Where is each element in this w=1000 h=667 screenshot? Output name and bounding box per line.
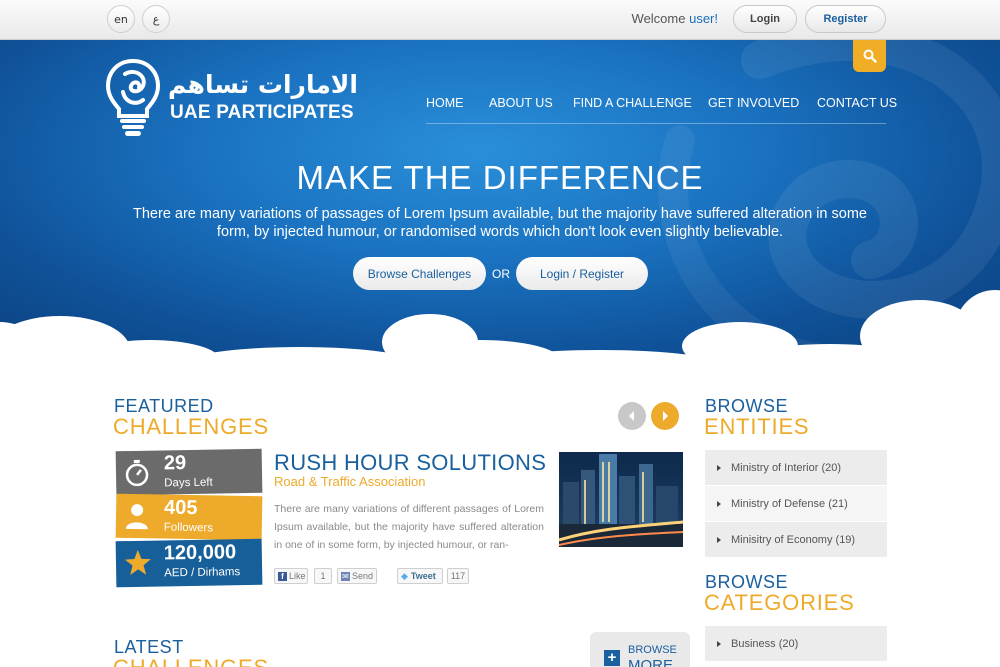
tweet-button[interactable]: ◆ Tweet <box>397 568 443 584</box>
facebook-like-label: Like <box>289 571 306 581</box>
browse-more-button[interactable]: + BROWSE MORE <box>590 632 690 667</box>
tweet-label: Tweet <box>410 571 436 581</box>
top-utility-bar: en ع Welcome user! Login Register <box>0 0 1000 40</box>
featured-heading-bottom: CHALLENGES <box>113 414 269 439</box>
chevron-right-icon <box>663 411 668 421</box>
slider-prev-button[interactable] <box>618 402 646 430</box>
category-label: Business (20) <box>731 637 799 650</box>
facebook-send-button[interactable]: ✉ Send <box>337 568 377 584</box>
tweet-count: 117 <box>447 568 469 584</box>
entity-label: Minisitry of Economy (19) <box>731 533 856 546</box>
nav-contact-us[interactable]: CONTACT US <box>817 96 897 110</box>
latest-heading-bottom: CHALLENGES <box>113 655 269 667</box>
entity-label: Ministry of Interior (20) <box>731 461 842 474</box>
plus-icon: + <box>604 650 620 666</box>
facebook-like-count: 1 <box>314 568 332 584</box>
brand-logo-icon <box>105 58 161 136</box>
stat-amount: 120,000 AED / Dirhams <box>115 538 263 588</box>
star-icon <box>124 549 151 576</box>
caret-right-icon <box>717 464 721 471</box>
category-item[interactable]: Business (20) <box>705 626 887 662</box>
slider-next-button[interactable] <box>651 402 679 430</box>
challenge-description: There are many variations of different p… <box>274 503 544 551</box>
entities-heading-bottom: ENTITIES <box>704 414 810 439</box>
hero-description: There are many variations of passages of… <box>133 206 867 240</box>
followers-label: Followers <box>163 521 214 535</box>
caret-right-icon <box>717 536 721 543</box>
nav-home[interactable]: HOME <box>426 96 464 110</box>
clouds-divider <box>0 290 1000 355</box>
amount-label: AED / Dirhams <box>164 566 241 580</box>
caret-right-icon <box>717 500 721 507</box>
days-left-value: 29 <box>163 452 187 475</box>
city-night-image <box>559 452 683 547</box>
stat-days-left: 29 Days Left <box>115 448 263 496</box>
brand-name-english: UAE PARTICIPATES <box>170 102 354 123</box>
stat-followers: 405 Followers <box>115 493 263 541</box>
entity-item[interactable]: Ministry of Interior (20) <box>705 450 887 486</box>
categories-list: Business (20) <box>705 626 887 662</box>
caret-right-icon <box>717 640 721 647</box>
brand-name-arabic: الامارات تساهم <box>168 70 358 99</box>
entity-item[interactable]: Ministry of Defense (21) <box>705 486 887 522</box>
facebook-like-button[interactable]: f Like <box>274 568 308 584</box>
stopwatch-icon <box>125 459 149 487</box>
browse-more-line1: BROWSE <box>628 644 677 656</box>
facebook-icon: f <box>278 571 287 581</box>
days-left-label: Days Left <box>164 476 213 490</box>
user-icon <box>125 504 148 530</box>
categories-heading-bottom: CATEGORIES <box>704 590 855 615</box>
cta-or-separator: OR <box>492 267 510 281</box>
browse-more-line2: MORE <box>628 657 673 667</box>
welcome-prefix: Welcome <box>631 11 690 26</box>
hero-banner: الامارات تساهم UAE PARTICIPATES HOME ABO… <box>0 40 1000 355</box>
nav-about-us[interactable]: ABOUT US <box>489 96 553 110</box>
search-button[interactable] <box>853 40 886 72</box>
amount-value: 120,000 <box>163 541 237 565</box>
challenge-image[interactable] <box>559 452 683 547</box>
language-en-button[interactable]: en <box>107 5 135 33</box>
followers-value: 405 <box>163 496 198 520</box>
welcome-message: Welcome user! <box>632 11 718 26</box>
welcome-username[interactable]: user! <box>689 11 718 26</box>
register-button[interactable]: Register <box>805 5 886 33</box>
search-icon <box>863 49 877 63</box>
entities-list: Ministry of Interior (20) Ministry of De… <box>705 450 887 558</box>
chevron-left-icon <box>629 411 634 421</box>
entity-item[interactable]: Minisitry of Economy (19) <box>705 522 887 558</box>
main-navigation: HOME ABOUT US FIND A CHALLENGE GET INVOL… <box>426 96 897 124</box>
entity-label: Ministry of Defense (21) <box>731 497 848 510</box>
nav-get-involved[interactable]: GET INVOLVED <box>708 96 799 110</box>
challenge-title[interactable]: RUSH HOUR SOLUTIONS <box>274 450 546 476</box>
challenge-subtitle[interactable]: Road & Traffic Association <box>274 474 426 489</box>
twitter-bird-icon: ◆ <box>401 570 408 581</box>
login-button[interactable]: Login <box>733 5 797 33</box>
nav-find-a-challenge[interactable]: FIND A CHALLENGE <box>573 96 692 110</box>
send-icon: ✉ <box>341 571 350 581</box>
facebook-send-label: Send <box>352 571 374 581</box>
language-ar-button[interactable]: ع <box>142 5 170 33</box>
hero-title: MAKE THE DIFFERENCE <box>296 159 704 196</box>
